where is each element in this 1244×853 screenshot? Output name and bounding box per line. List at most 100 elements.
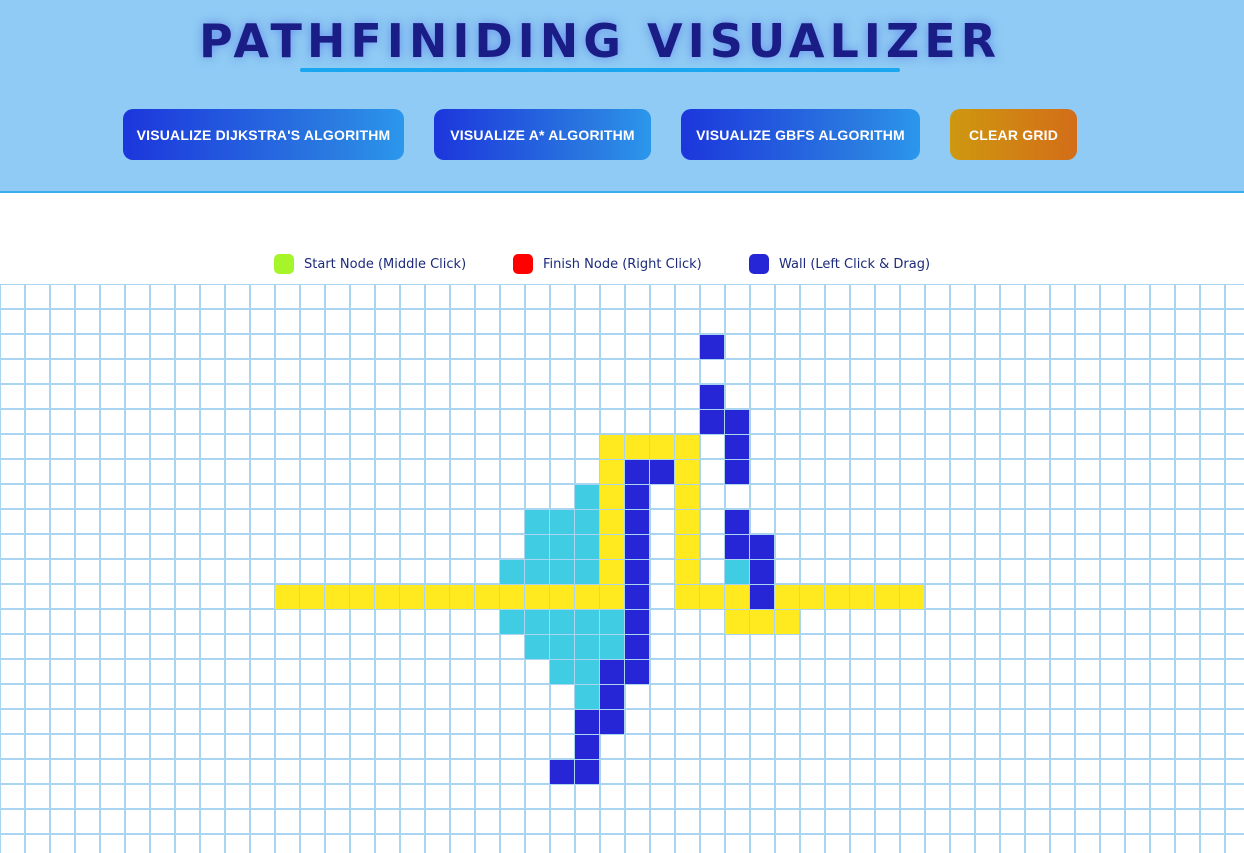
wall-cell[interactable] — [625, 610, 649, 634]
path-cell[interactable] — [675, 510, 699, 534]
path-cell[interactable] — [800, 585, 824, 609]
wall-cell[interactable] — [550, 760, 574, 784]
visited-cell[interactable] — [575, 635, 599, 659]
visited-cell[interactable] — [550, 635, 574, 659]
path-cell[interactable] — [600, 585, 624, 609]
visited-cell[interactable] — [725, 560, 749, 584]
path-cell[interactable] — [525, 585, 549, 609]
legend-item-wall: Wall (Left Click & Drag) — [749, 253, 930, 275]
visited-cell[interactable] — [550, 660, 574, 684]
visited-cell[interactable] — [600, 610, 624, 634]
wall-cell[interactable] — [700, 385, 724, 409]
visited-cell[interactable] — [525, 635, 549, 659]
path-cell[interactable] — [350, 585, 374, 609]
wall-cell[interactable] — [750, 535, 774, 559]
path-cell[interactable] — [900, 585, 924, 609]
visited-cell[interactable] — [550, 510, 574, 534]
visited-cell[interactable] — [575, 660, 599, 684]
path-cell[interactable] — [475, 585, 499, 609]
visited-cell[interactable] — [575, 485, 599, 509]
wall-cell[interactable] — [750, 585, 774, 609]
path-cell[interactable] — [850, 585, 874, 609]
wall-cell[interactable] — [575, 735, 599, 759]
path-cell[interactable] — [825, 585, 849, 609]
wall-cell[interactable] — [625, 585, 649, 609]
wall-cell[interactable] — [575, 760, 599, 784]
path-cell[interactable] — [775, 610, 799, 634]
visited-cell[interactable] — [575, 685, 599, 709]
visited-cell[interactable] — [550, 560, 574, 584]
wall-cell[interactable] — [750, 560, 774, 584]
wall-cell[interactable] — [650, 460, 674, 484]
path-cell[interactable] — [725, 610, 749, 634]
path-cell[interactable] — [675, 460, 699, 484]
path-cell[interactable] — [650, 435, 674, 459]
path-cell[interactable] — [600, 460, 624, 484]
wall-cell[interactable] — [625, 485, 649, 509]
visited-cell[interactable] — [575, 560, 599, 584]
path-cell[interactable] — [600, 535, 624, 559]
visited-cell[interactable] — [525, 510, 549, 534]
path-cell[interactable] — [675, 535, 699, 559]
path-cell[interactable] — [875, 585, 899, 609]
wall-cell[interactable] — [600, 685, 624, 709]
visited-cell[interactable] — [525, 610, 549, 634]
visited-cell[interactable] — [575, 610, 599, 634]
path-cell[interactable] — [325, 585, 349, 609]
visualize-gbfs-button[interactable]: VISUALIZE GBFS ALGORITHM — [681, 109, 920, 160]
wall-cell[interactable] — [625, 535, 649, 559]
path-cell[interactable] — [300, 585, 324, 609]
wall-cell[interactable] — [725, 510, 749, 534]
path-cell[interactable] — [400, 585, 424, 609]
path-cell[interactable] — [675, 435, 699, 459]
wall-cell[interactable] — [725, 460, 749, 484]
visited-cell[interactable] — [500, 560, 524, 584]
header: PATHFINIDING VISUALIZER VISUALIZE DIJKST… — [0, 0, 1244, 193]
visualize-astar-button[interactable]: VISUALIZE A* ALGORITHM — [434, 109, 651, 160]
wall-cell[interactable] — [725, 410, 749, 434]
visited-cell[interactable] — [575, 535, 599, 559]
wall-cell[interactable] — [625, 510, 649, 534]
path-cell[interactable] — [700, 585, 724, 609]
path-cell[interactable] — [600, 510, 624, 534]
pathfinding-grid[interactable] — [0, 284, 1244, 853]
path-cell[interactable] — [625, 435, 649, 459]
path-cell[interactable] — [375, 585, 399, 609]
visited-cell[interactable] — [575, 510, 599, 534]
path-cell[interactable] — [675, 560, 699, 584]
path-cell[interactable] — [600, 485, 624, 509]
path-cell[interactable] — [675, 485, 699, 509]
wall-cell[interactable] — [725, 435, 749, 459]
path-cell[interactable] — [550, 585, 574, 609]
wall-cell[interactable] — [700, 335, 724, 359]
path-cell[interactable] — [675, 585, 699, 609]
path-cell[interactable] — [500, 585, 524, 609]
wall-cell[interactable] — [625, 660, 649, 684]
path-cell[interactable] — [600, 560, 624, 584]
visited-cell[interactable] — [550, 535, 574, 559]
visited-cell[interactable] — [500, 610, 524, 634]
visualize-dijkstra-button[interactable]: VISUALIZE DIJKSTRA'S ALGORITHM — [123, 109, 404, 160]
wall-cell[interactable] — [575, 710, 599, 734]
path-cell[interactable] — [275, 585, 299, 609]
wall-cell[interactable] — [600, 710, 624, 734]
path-cell[interactable] — [600, 435, 624, 459]
clear-grid-button[interactable]: CLEAR GRID — [950, 109, 1077, 160]
wall-cell[interactable] — [625, 635, 649, 659]
wall-cell[interactable] — [700, 410, 724, 434]
visited-cell[interactable] — [525, 560, 549, 584]
legend-item-finish: Finish Node (Right Click) — [513, 253, 702, 275]
wall-cell[interactable] — [625, 560, 649, 584]
visited-cell[interactable] — [550, 610, 574, 634]
path-cell[interactable] — [750, 610, 774, 634]
wall-cell[interactable] — [725, 535, 749, 559]
path-cell[interactable] — [575, 585, 599, 609]
visited-cell[interactable] — [600, 635, 624, 659]
wall-cell[interactable] — [600, 660, 624, 684]
visited-cell[interactable] — [525, 535, 549, 559]
path-cell[interactable] — [425, 585, 449, 609]
wall-cell[interactable] — [625, 460, 649, 484]
path-cell[interactable] — [725, 585, 749, 609]
path-cell[interactable] — [775, 585, 799, 609]
path-cell[interactable] — [450, 585, 474, 609]
